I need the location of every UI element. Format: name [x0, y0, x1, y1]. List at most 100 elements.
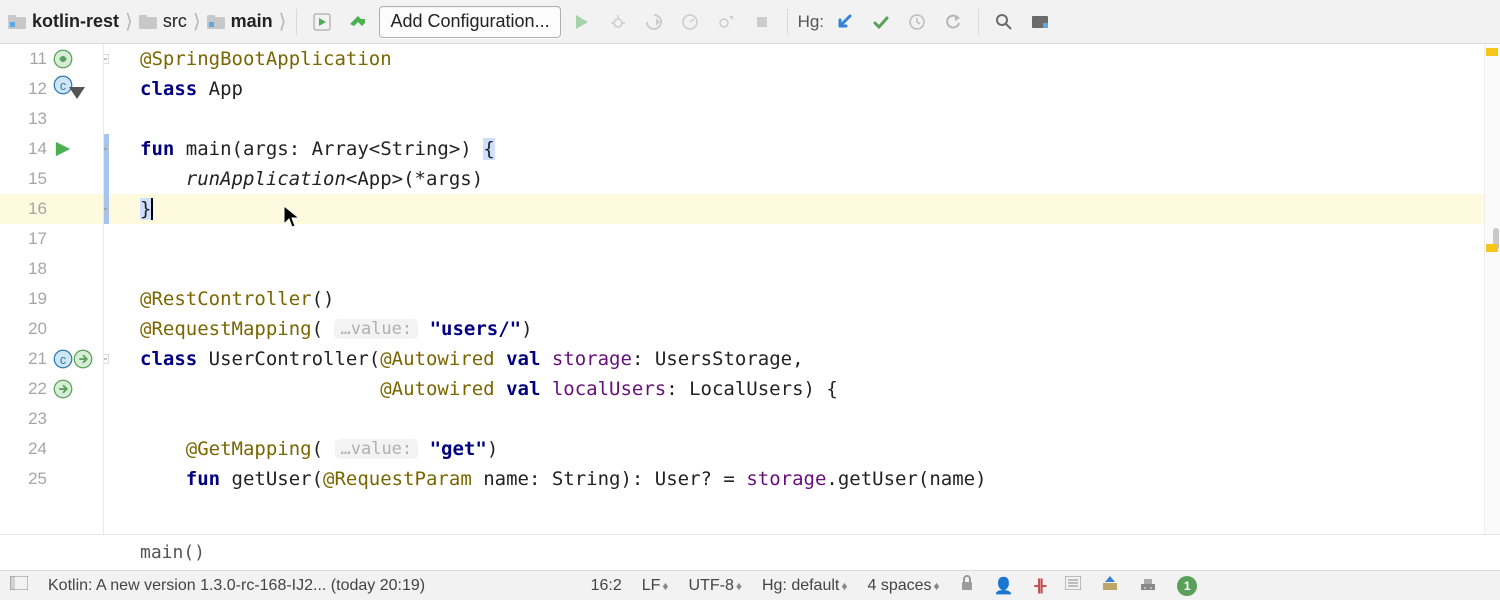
debug-button[interactable]: [603, 7, 633, 37]
search-everywhere-button[interactable]: [989, 7, 1019, 37]
crumb-current[interactable]: main: [231, 11, 273, 32]
fold-start-icon[interactable]: [104, 354, 109, 364]
vcs-commit-button[interactable]: [866, 7, 896, 37]
vcs-change-marker[interactable]: [104, 164, 109, 194]
code-text: [140, 168, 186, 190]
svg-text:c: c: [60, 353, 66, 367]
current-line[interactable]: }: [104, 194, 1484, 224]
overview-ruler[interactable]: [1484, 44, 1500, 534]
code-text: }: [140, 198, 151, 220]
line-number[interactable]: 14: [17, 139, 47, 159]
run-gutter-icon[interactable]: [53, 139, 73, 159]
code-text: val: [506, 348, 540, 370]
main-toolbar: kotlin-rest ⟩ src ⟩ main ⟩ Add Configura…: [0, 0, 1500, 44]
code-text: @GetMapping: [186, 438, 312, 460]
code-text: [418, 318, 429, 340]
fold-start-icon[interactable]: [104, 54, 109, 64]
lock-icon[interactable]: [960, 575, 974, 596]
run-button[interactable]: [567, 7, 597, 37]
code-text: (: [312, 438, 335, 460]
code-text: runApplication: [186, 168, 346, 190]
line-number[interactable]: 25: [17, 469, 47, 489]
warning-marker[interactable]: [1486, 244, 1498, 252]
svg-text:c: c: [60, 79, 66, 93]
breadcrumb[interactable]: kotlin-rest ⟩ src ⟩ main ⟩: [8, 9, 286, 34]
line-number[interactable]: 19: [17, 289, 47, 309]
hector-icon[interactable]: 👤: [994, 576, 1014, 596]
line-number[interactable]: 22: [17, 379, 47, 399]
notification-text[interactable]: Kotlin: A new version 1.3.0-rc-168-IJ2..…: [48, 577, 425, 595]
code-text: [495, 348, 506, 370]
module-icon: [8, 15, 26, 29]
override-icon[interactable]: [67, 83, 87, 103]
code-text: name: String): User? =: [472, 468, 747, 490]
source-folder-icon: [207, 15, 225, 29]
vcs-history-button[interactable]: [902, 7, 932, 37]
build-button[interactable]: [343, 7, 373, 37]
line-number[interactable]: 21: [17, 349, 47, 369]
vcs-branch[interactable]: Hg: default♦: [762, 577, 848, 595]
event-log-badge[interactable]: 1: [1177, 576, 1197, 596]
line-number[interactable]: 18: [17, 259, 47, 279]
code-text: class: [140, 78, 197, 100]
caret-position[interactable]: 16:2: [591, 577, 622, 595]
line-number[interactable]: 12: [17, 79, 47, 99]
code-editor[interactable]: 11 12 c 13 14 15 16 17 18 19 20 21 c 22 23…: [0, 44, 1500, 534]
line-number[interactable]: 15: [17, 169, 47, 189]
parameter-hint: …value:: [335, 439, 419, 459]
code-text: @RequestMapping: [140, 318, 312, 340]
code-text: [140, 378, 380, 400]
line-number[interactable]: 20: [17, 319, 47, 339]
parameter-hint: …value:: [334, 319, 418, 339]
code-text: [140, 438, 186, 460]
spring-bean-icon[interactable]: [53, 49, 73, 69]
navigate-icon[interactable]: [73, 349, 93, 369]
gutter[interactable]: 11 12 c 13 14 15 16 17 18 19 20 21 c 22 23…: [0, 44, 104, 534]
memory-indicator-icon[interactable]: -||-: [1034, 577, 1046, 595]
vcs-update-button[interactable]: [830, 7, 860, 37]
class-icon[interactable]: c: [53, 349, 73, 369]
navigate-icon[interactable]: [53, 379, 73, 399]
code-area[interactable]: @SpringBootApplication class App fun mai…: [104, 44, 1484, 534]
incoming-icon[interactable]: [1139, 575, 1157, 596]
attach-debugger-button[interactable]: [711, 7, 741, 37]
warning-marker[interactable]: [1486, 48, 1498, 56]
vcs-revert-button[interactable]: [938, 7, 968, 37]
line-number[interactable]: 11: [17, 49, 47, 69]
line-number[interactable]: 16: [17, 199, 47, 219]
line-separator[interactable]: LF♦: [642, 577, 669, 595]
code-text: "get": [430, 438, 487, 460]
editor-breadcrumb[interactable]: main(): [0, 534, 1500, 570]
run-dashboard-button[interactable]: [307, 7, 337, 37]
project-structure-button[interactable]: [1025, 7, 1055, 37]
outgoing-icon[interactable]: [1101, 575, 1119, 596]
code-text: [540, 378, 551, 400]
line-number[interactable]: 23: [17, 409, 47, 429]
code-text: @Autowired: [380, 378, 494, 400]
vcs-label: Hg:: [798, 12, 824, 32]
stop-button[interactable]: [747, 7, 777, 37]
breadcrumb-item[interactable]: main(): [140, 542, 205, 563]
tasks-icon[interactable]: [1065, 576, 1081, 595]
code-text: : UsersStorage,: [632, 348, 804, 370]
indent-settings[interactable]: 4 spaces♦: [867, 577, 939, 595]
run-config-dropdown[interactable]: Add Configuration...: [379, 6, 560, 38]
code-text: @Autowired: [380, 348, 494, 370]
fold-start-icon[interactable]: [104, 144, 109, 154]
line-number[interactable]: 17: [17, 229, 47, 249]
line-number[interactable]: 24: [17, 439, 47, 459]
code-text: ): [521, 318, 532, 340]
line-number[interactable]: 13: [17, 109, 47, 129]
tool-window-toggle-icon[interactable]: [10, 576, 28, 595]
code-text: @RestController: [140, 288, 312, 310]
code-text: fun: [140, 138, 174, 160]
fold-end-icon[interactable]: [104, 204, 109, 214]
file-encoding[interactable]: UTF-8♦: [689, 577, 742, 595]
crumb-folder[interactable]: src: [163, 11, 187, 32]
status-bar: Kotlin: A new version 1.3.0-rc-168-IJ2..…: [0, 570, 1500, 600]
chevron-right-icon: ⟩: [125, 9, 133, 34]
code-text: App: [197, 78, 243, 100]
profile-button[interactable]: [675, 7, 705, 37]
crumb-project[interactable]: kotlin-rest: [32, 11, 119, 32]
coverage-button[interactable]: [639, 7, 669, 37]
